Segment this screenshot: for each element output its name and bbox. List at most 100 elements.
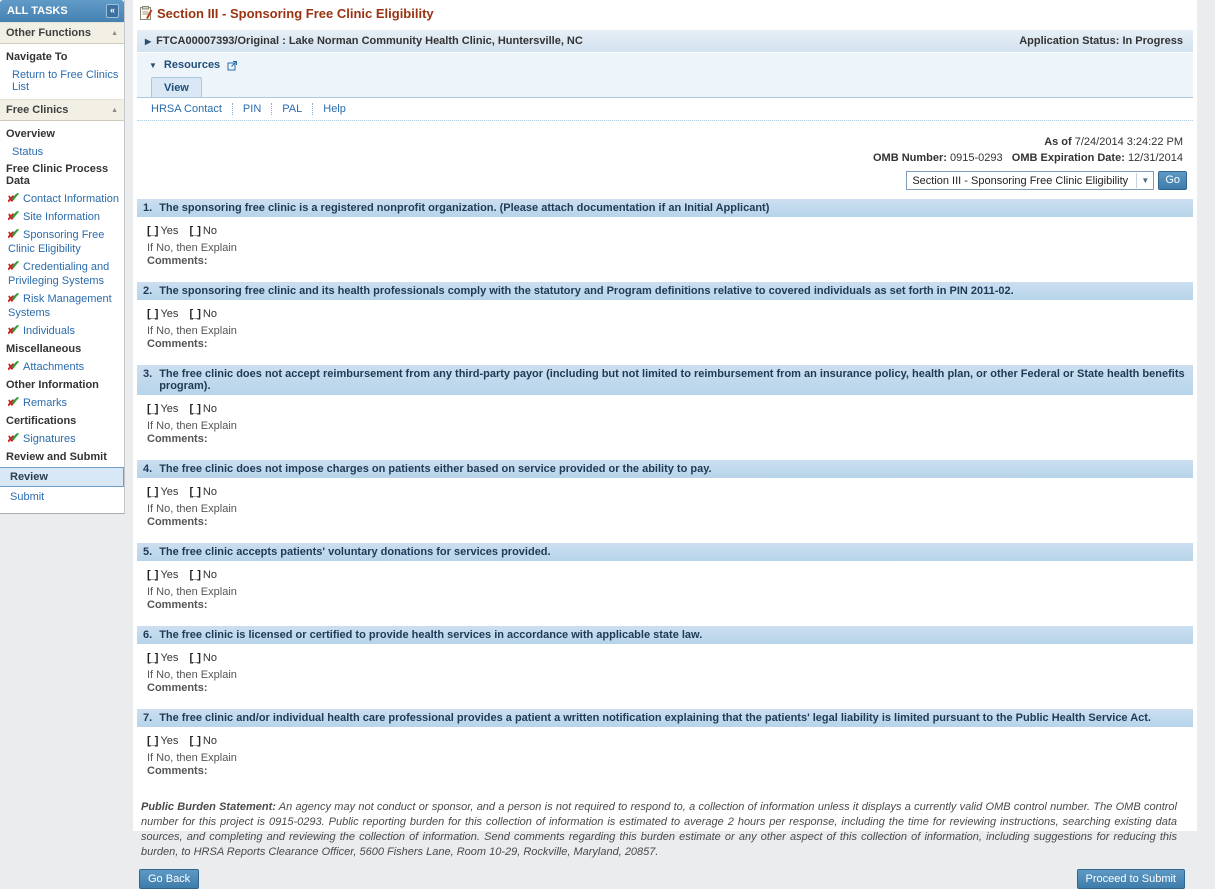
if-no-label: If No, then Explain (147, 669, 237, 681)
sidebar-section-free-clinics[interactable]: Free Clinics ▲ (0, 99, 124, 121)
as-of-line: As of 7/24/2014 3:24:22 PM (1044, 136, 1183, 148)
omb-line: OMB Number: 0915-0293 OMB Expiration Dat… (873, 152, 1183, 164)
yes-checkbox[interactable]: [_] (147, 652, 158, 664)
complete-check-icon: ✔ ✘ (7, 208, 21, 222)
sidebar-item-submit[interactable]: Submit (0, 488, 124, 505)
sidebar-item-credentialing-and-privileging-systems[interactable]: ✔ ✘ Credentialing and Privileging Systems (0, 258, 124, 290)
comments-label: Comments: (147, 255, 208, 267)
application-status: Application Status: In Progress (1019, 35, 1183, 47)
sidebar-group-navigate-to: Navigate To (6, 51, 68, 63)
no-checkbox[interactable]: [_] (189, 225, 200, 237)
if-no-label: If No, then Explain (147, 242, 237, 254)
chevron-down-icon: ▼ (1136, 173, 1153, 188)
question-header: 1. The sponsoring free clinic is a regist… (137, 199, 1193, 217)
complete-check-icon: ✔ ✘ (7, 358, 21, 372)
yes-checkbox[interactable]: [_] (147, 308, 158, 320)
link-pin[interactable]: PIN (231, 103, 271, 115)
sidebar-item-risk-management-systems[interactable]: ✔ ✘ Risk Management Systems (0, 290, 124, 322)
question-block: 5. The free clinic accepts patients' volu… (133, 543, 1197, 626)
question-block: 1. The sponsoring free clinic is a regist… (133, 199, 1197, 282)
sidebar-item-review[interactable]: Review (0, 467, 124, 487)
no-checkbox[interactable]: [_] (189, 486, 200, 498)
sidebar-group-free-clinic-process-data: Free Clinic Process Data (6, 163, 109, 187)
comments-label: Comments: (147, 765, 208, 777)
no-checkbox[interactable]: [_] (189, 569, 200, 581)
complete-check-icon: ✔ ✘ (7, 322, 21, 336)
sidebar-group-certifications: Certifications (6, 415, 77, 427)
link-hrsa-contact[interactable]: HRSA Contact (151, 103, 232, 115)
question-header: 5. The free clinic accepts patients' volu… (137, 543, 1193, 561)
no-checkbox[interactable]: [_] (189, 403, 200, 415)
if-no-label: If No, then Explain (147, 752, 237, 764)
yes-checkbox[interactable]: [_] (147, 486, 158, 498)
collapse-arrow-icon: ▲ (111, 29, 118, 37)
sidebar-header: ALL TASKS « (0, 0, 124, 22)
question-block: 4. The free clinic does not impose charge… (133, 460, 1197, 543)
question-block: 2. The sponsoring free clinic and its hea… (133, 282, 1197, 365)
complete-check-icon: ✔ ✘ (7, 394, 21, 408)
if-no-label: If No, then Explain (147, 586, 237, 598)
resources-toggle[interactable]: ▼ Resources (137, 59, 1193, 77)
resources-panel: ▼ Resources View HRSA Contact PIN PAL He… (137, 53, 1193, 121)
question-header: 4. The free clinic does not impose charge… (137, 460, 1193, 478)
sidebar-item-sponsoring-free-clinic-eligibility[interactable]: ✔ ✘ Sponsoring Free Clinic Eligibility (0, 226, 124, 258)
sidebar-item-contact-information[interactable]: ✔ ✘ Contact Information (0, 190, 124, 208)
form-clipboard-icon (140, 6, 153, 20)
complete-check-icon: ✔ ✘ (7, 290, 21, 304)
yes-checkbox[interactable]: [_] (147, 403, 158, 415)
sidebar-item-individuals[interactable]: ✔ ✘ Individuals (0, 322, 124, 340)
if-no-label: If No, then Explain (147, 503, 237, 515)
sidebar-item-remarks[interactable]: ✔ ✘ Remarks (0, 394, 124, 412)
tab-view[interactable]: View (151, 77, 202, 97)
question-block: 7. The free clinic and/or individual heal… (133, 709, 1197, 792)
sidebar-item-status[interactable]: Status (0, 143, 124, 160)
question-block: 6. The free clinic is licensed or certifi… (133, 626, 1197, 709)
application-header-bar: ▶ FTCA00007393/Original : Lake Norman Co… (137, 30, 1193, 52)
external-link-icon[interactable] (227, 60, 238, 71)
question-block: 3. The free clinic does not accept reimbu… (133, 365, 1197, 460)
all-tasks-sidebar: ALL TASKS « Other Functions ▲ Navigate T… (0, 0, 125, 514)
if-no-label: If No, then Explain (147, 325, 237, 337)
no-checkbox[interactable]: [_] (189, 652, 200, 664)
no-checkbox[interactable]: [_] (189, 735, 200, 747)
sidebar-item-signatures[interactable]: ✔ ✘ Signatures (0, 430, 124, 448)
main-content: Section III - Sponsoring Free Clinic Eli… (133, 0, 1197, 889)
sidebar-group-other-information: Other Information (6, 379, 99, 391)
sidebar-group-overview: Overview (6, 128, 55, 140)
comments-label: Comments: (147, 599, 208, 611)
link-help[interactable]: Help (312, 103, 356, 115)
sidebar-section-other-functions[interactable]: Other Functions ▲ (0, 22, 124, 44)
sidebar-item-attachments[interactable]: ✔ ✘ Attachments (0, 358, 124, 376)
page-title: Section III - Sponsoring Free Clinic Eli… (157, 6, 434, 21)
section-select[interactable]: Section III - Sponsoring Free Clinic Eli… (906, 171, 1155, 190)
question-header: 3. The free clinic does not accept reimbu… (137, 365, 1193, 395)
sidebar-title: ALL TASKS (7, 5, 68, 17)
comments-label: Comments: (147, 338, 208, 350)
public-burden-statement: Public Burden Statement: An agency may n… (141, 801, 1177, 858)
collapse-arrow-icon: ▲ (111, 106, 118, 114)
go-back-button[interactable]: Go Back (139, 869, 200, 889)
question-header: 6. The free clinic is licensed or certifi… (137, 626, 1193, 644)
sidebar-item-return-to-free-clinics-list[interactable]: Return to Free Clinics List (0, 66, 124, 95)
go-button[interactable]: Go (1158, 171, 1187, 190)
expand-down-icon: ▼ (149, 60, 157, 70)
sidebar-collapse-button[interactable]: « (105, 4, 119, 18)
comments-label: Comments: (147, 516, 208, 528)
expand-right-icon[interactable]: ▶ (145, 37, 151, 46)
complete-check-icon: ✔ ✘ (7, 430, 21, 444)
complete-check-icon: ✔ ✘ (7, 258, 21, 272)
meta-info: As of 7/24/2014 3:24:22 PM OMB Number: 0… (133, 121, 1197, 166)
link-pal[interactable]: PAL (271, 103, 312, 115)
sidebar-item-site-information[interactable]: ✔ ✘ Site Information (0, 208, 124, 226)
comments-label: Comments: (147, 433, 208, 445)
application-id: FTCA00007393/Original : Lake Norman Comm… (156, 35, 583, 47)
complete-check-icon: ✔ ✘ (7, 226, 21, 240)
yes-checkbox[interactable]: [_] (147, 569, 158, 581)
comments-label: Comments: (147, 682, 208, 694)
yes-checkbox[interactable]: [_] (147, 225, 158, 237)
question-header: 7. The free clinic and/or individual heal… (137, 709, 1193, 727)
yes-checkbox[interactable]: [_] (147, 735, 158, 747)
proceed-to-submit-button[interactable]: Proceed to Submit (1076, 869, 1185, 889)
sidebar-group-review-and-submit: Review and Submit (6, 451, 107, 463)
no-checkbox[interactable]: [_] (189, 308, 200, 320)
